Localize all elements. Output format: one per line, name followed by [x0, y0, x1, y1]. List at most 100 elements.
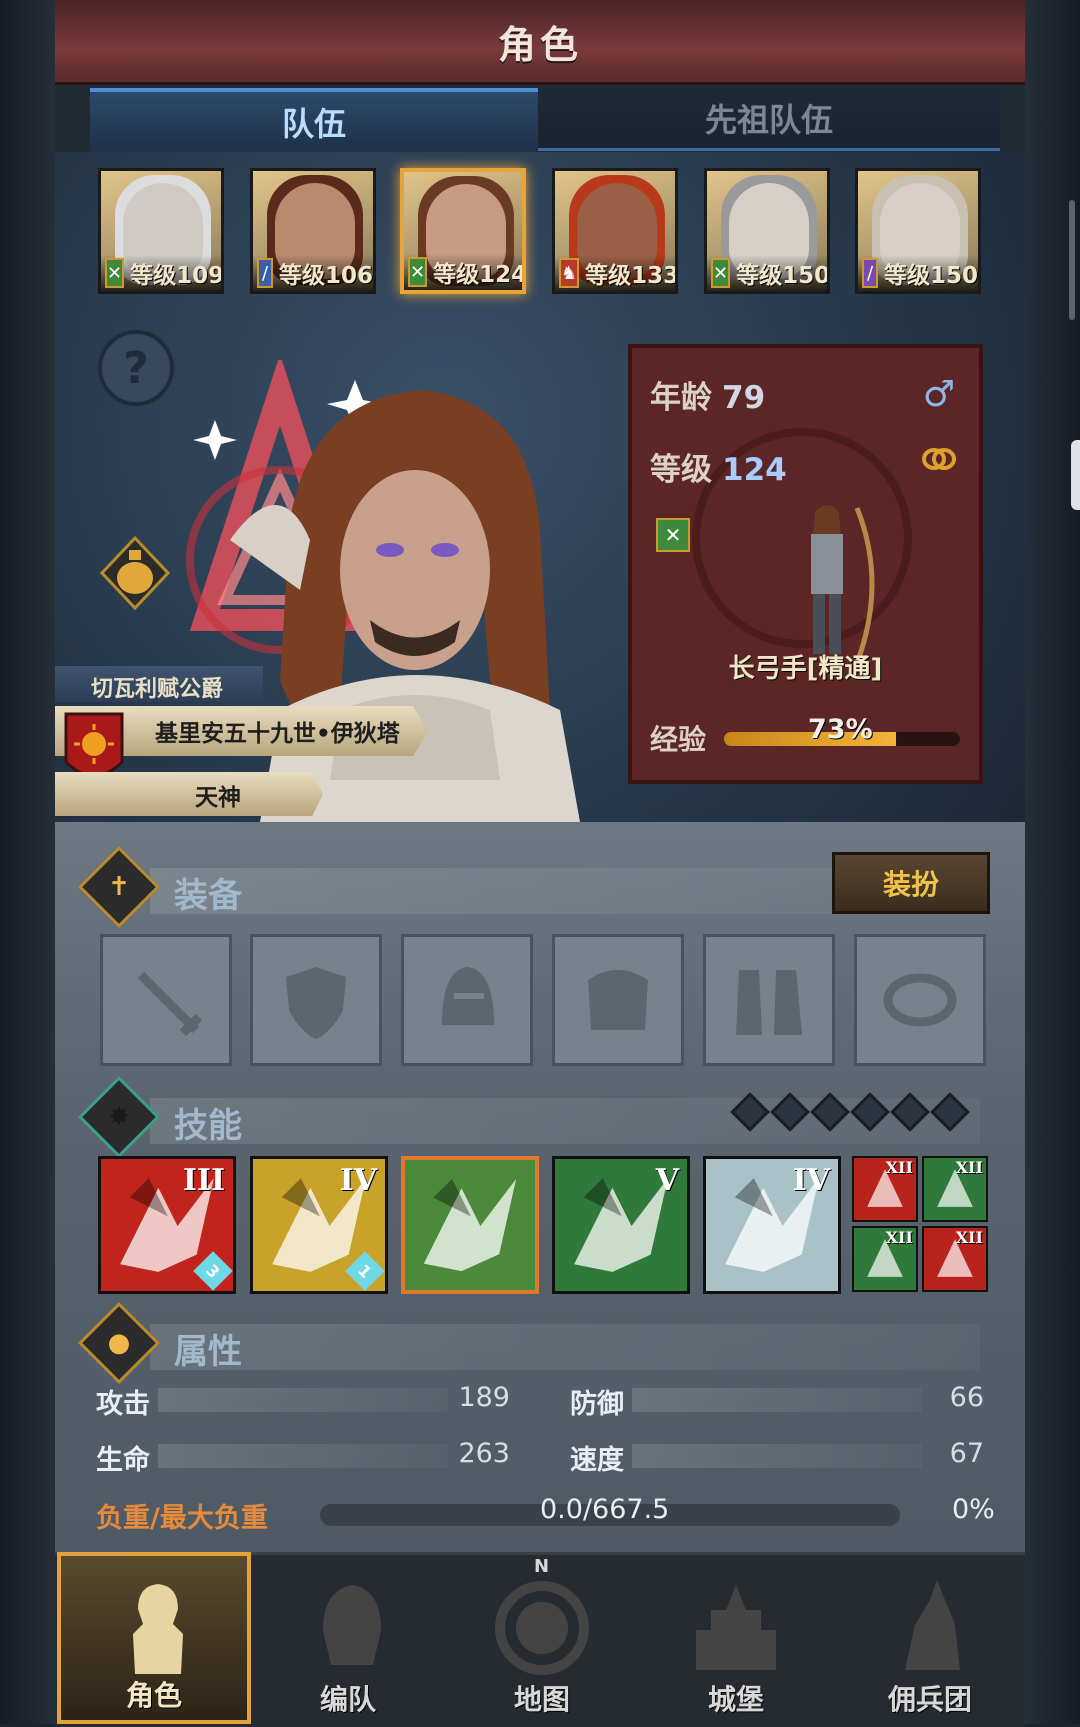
equipment-slot[interactable]	[250, 934, 382, 1066]
tab-ancestor-team[interactable]: 先祖队伍	[538, 88, 1000, 151]
stat-label: 防御	[570, 1389, 624, 1420]
page-title: 角色	[497, 23, 582, 67]
knight-icon	[133, 1584, 183, 1674]
potion-icon[interactable]	[100, 536, 170, 610]
section-strip	[150, 1324, 980, 1370]
attributes-icon: ●	[77, 1301, 161, 1385]
nav-item[interactable]: 角色	[57, 1552, 251, 1724]
marriage-ring-icon[interactable]	[921, 446, 957, 472]
level-value: 124	[722, 452, 787, 488]
nav-item-label: 地图	[513, 1683, 570, 1716]
passive-skill-icon[interactable]: XII	[922, 1156, 988, 1222]
skill-art	[423, 1178, 517, 1272]
team-member-portrait[interactable]: ♞ 等级133	[552, 168, 678, 294]
stat-label: 速度	[570, 1445, 624, 1476]
stat-bar	[632, 1388, 922, 1412]
sword-icon: /	[257, 258, 273, 288]
stat-bar	[158, 1444, 448, 1468]
equipment-slot[interactable]	[100, 934, 232, 1066]
helmet-formation-icon	[323, 1585, 381, 1665]
portrait-level-text: 等级150	[883, 263, 978, 289]
passive-skill-icon[interactable]: XII	[922, 1226, 988, 1292]
portrait-level-text: 等级109	[130, 263, 224, 289]
age-label: 年龄	[650, 380, 712, 416]
stat-bar	[632, 1444, 922, 1468]
skill-rank: III	[182, 1163, 225, 1198]
tab-team[interactable]: 队伍	[90, 88, 538, 152]
passive-skill-rank: XII	[955, 1158, 983, 1177]
stat-attack: 攻击 189	[96, 1380, 510, 1420]
side-drawer-handle[interactable]	[1071, 440, 1080, 510]
weapon-slot-icon	[137, 971, 203, 1037]
hero-name: 基里安五十九世•伊狄塔	[155, 721, 400, 747]
skill-gem-slots	[730, 1092, 970, 1132]
skill-icon[interactable]: V	[552, 1156, 690, 1294]
stat-defense: 防御 66	[570, 1380, 984, 1420]
stat-value: 263	[458, 1438, 510, 1469]
dress-up-button[interactable]: 装扮	[832, 852, 990, 914]
passive-skill-rank: XII	[885, 1228, 913, 1247]
portrait-level-text: 等级133	[585, 263, 678, 289]
equipment-slot[interactable]	[401, 934, 533, 1066]
team-member-portrait[interactable]: ✕ 等级124	[400, 168, 526, 294]
gem-slot[interactable]	[810, 1092, 850, 1132]
skill-rank: IV	[339, 1163, 377, 1198]
skills-title: 技能	[174, 1106, 242, 1146]
gem-slot[interactable]	[730, 1092, 770, 1132]
crossed-swords-icon: ✕	[408, 257, 428, 287]
mercenary-banner-icon	[905, 1580, 960, 1670]
attributes-title: 属性	[174, 1332, 242, 1372]
team-member-portrait[interactable]: ✕ 等级150	[704, 168, 830, 294]
skill-icon[interactable]: IV 1	[250, 1156, 388, 1294]
male-gender-icon: ♂	[922, 374, 955, 415]
level-label: 等级	[650, 452, 712, 488]
equipment-slot[interactable]	[854, 934, 986, 1066]
passive-skill-icon[interactable]: XII	[852, 1226, 918, 1292]
crossed-swords-icon: ✕	[711, 258, 731, 288]
nobility-ribbon: 切瓦利赋公爵	[55, 666, 263, 702]
equipment-title: 装备	[174, 876, 242, 916]
gem-slot[interactable]	[770, 1092, 810, 1132]
nav-item[interactable]: 城堡	[639, 1552, 833, 1724]
skill-icon[interactable]: IV	[703, 1156, 841, 1294]
age-value: 79	[722, 380, 766, 416]
stat-label: 负重/最大负重	[96, 1503, 268, 1534]
scrollbar[interactable]	[1069, 200, 1075, 320]
gem-slot[interactable]	[850, 1092, 890, 1132]
nav-item[interactable]: 佣兵团	[833, 1552, 1027, 1724]
compass-map-icon	[495, 1581, 589, 1675]
left-border	[0, 0, 55, 1724]
gem-slot[interactable]	[890, 1092, 930, 1132]
exp-label: 经验	[650, 723, 707, 756]
level-row: 等级 124	[650, 444, 787, 489]
nobility-title: 切瓦利赋公爵	[91, 677, 224, 702]
portrait-level-text: 等级124	[433, 262, 526, 288]
staff-icon: /	[862, 258, 878, 288]
nav-item[interactable]: 地图	[445, 1552, 639, 1724]
skill-icon[interactable]	[401, 1156, 539, 1294]
gem-slot[interactable]	[930, 1092, 970, 1132]
skill-icon[interactable]: III 3	[98, 1156, 236, 1294]
skills-icon: ✸	[77, 1075, 161, 1159]
stat-hp: 生命 263	[96, 1436, 510, 1476]
compass-north-letter: N	[534, 1556, 550, 1577]
team-member-portrait[interactable]: / 等级106	[250, 168, 376, 294]
passive-skill-icon[interactable]: XII	[852, 1156, 918, 1222]
equipment-slot[interactable]	[552, 934, 684, 1066]
helmet-slot-icon	[442, 967, 494, 1025]
portrait-level-text: 等级150	[736, 263, 830, 289]
equipment-slot[interactable]	[703, 934, 835, 1066]
armor-slot-icon	[588, 970, 648, 1030]
stat-value: 189	[458, 1382, 510, 1413]
team-member-portrait[interactable]: / 等级150	[855, 168, 981, 294]
deity-ribbon: 天神	[55, 772, 323, 816]
stat-value: 66	[949, 1382, 984, 1413]
portrait-level-bar: ♞ 等级133	[555, 255, 675, 291]
portrait-level-bar: ✕ 等级124	[404, 254, 522, 290]
crossed-swords-icon: ✕	[105, 258, 125, 288]
portrait-level-bar: / 等级150	[858, 255, 978, 291]
castle-icon	[696, 1585, 776, 1670]
beast-icon: ♞	[559, 258, 580, 288]
team-member-portrait[interactable]: ✕ 等级109	[98, 168, 224, 294]
nav-item[interactable]: 编队	[251, 1552, 445, 1724]
